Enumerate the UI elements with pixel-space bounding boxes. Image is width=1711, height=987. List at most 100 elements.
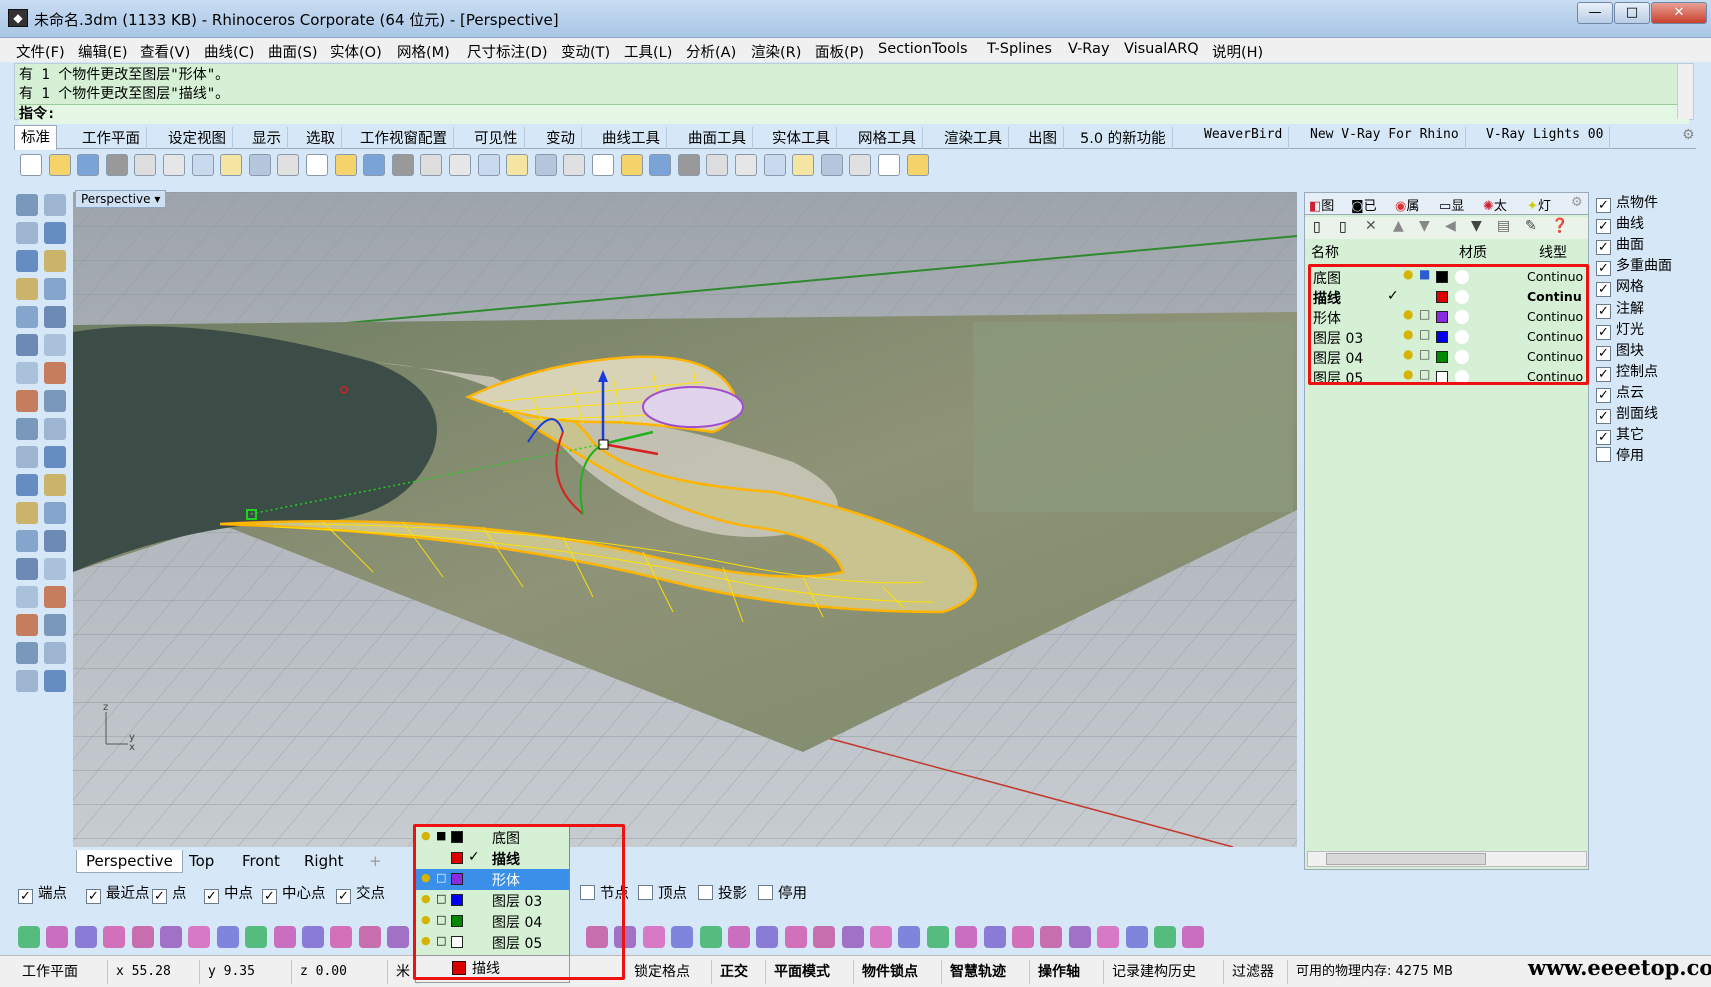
osnap-checkbox[interactable] (638, 885, 653, 900)
tab-surface-tools[interactable]: 曲面工具 (682, 127, 753, 149)
left-tool-icon[interactable] (44, 222, 66, 244)
bottom-tool-icon[interactable] (784, 926, 807, 948)
material-icon[interactable] (735, 154, 757, 176)
left-tool-icon[interactable] (16, 474, 38, 496)
tab-top[interactable]: Top (180, 850, 223, 873)
osnap-checkbox[interactable]: ✓ (336, 889, 351, 904)
menu-dimension[interactable]: 尺寸标注(D) (467, 41, 547, 62)
left-tool-icon[interactable] (44, 418, 66, 440)
shade-icon[interactable] (763, 154, 786, 176)
bottom-tool-icon[interactable] (1012, 926, 1034, 948)
tab-viewport-layout[interactable]: 工作视窗配置 (354, 127, 454, 149)
tab-front[interactable]: Front (233, 850, 289, 873)
tab-standard[interactable]: 标准 (14, 125, 57, 150)
tab-display[interactable]: 显示 (246, 127, 288, 149)
filter-item[interactable]: 停用 (1596, 445, 1644, 465)
filter-checkbox[interactable]: ✓ (1596, 324, 1611, 340)
left-tool-icon[interactable] (44, 446, 66, 468)
bottom-tool-icon[interactable] (188, 926, 211, 948)
left-tool-icon[interactable] (16, 446, 38, 468)
left-tool-icon[interactable] (44, 390, 66, 412)
add-tab-button[interactable]: + (360, 850, 391, 873)
filter-icon[interactable]: ▼ (1471, 218, 1482, 234)
perspective-viewport[interactable]: z y x (73, 192, 1297, 847)
print-icon[interactable] (105, 154, 128, 176)
flag-icon[interactable] (820, 154, 843, 176)
left-tool-icon[interactable] (16, 614, 38, 636)
filter-checkbox[interactable]: ✓ (1596, 198, 1611, 213)
menu-tsplines[interactable]: T-Splines (987, 41, 1052, 57)
left-tool-icon[interactable] (44, 362, 66, 384)
bottom-tool-icon[interactable] (841, 926, 864, 948)
panel-gear-icon[interactable]: ⚙ (1571, 195, 1583, 210)
osnap-item[interactable]: ✓ 中心点 (262, 882, 326, 904)
bottom-tool-icon[interactable] (699, 926, 722, 948)
osnap-checkbox[interactable]: ✓ (204, 889, 219, 904)
left-tool-icon[interactable] (44, 586, 66, 608)
purple-shape[interactable] (642, 386, 744, 428)
render-icon[interactable] (792, 154, 815, 176)
filter-checkbox[interactable]: ✓ (1596, 366, 1611, 382)
left-tool-icon[interactable] (16, 362, 38, 384)
tab-layers[interactable]: ◧图 (1309, 195, 1334, 214)
circle-icon[interactable] (563, 154, 586, 176)
tab-sun[interactable]: ✺太 (1483, 195, 1507, 214)
tab-solid-tools[interactable]: 实体工具 (766, 127, 837, 149)
rotate-view-icon[interactable] (449, 154, 471, 176)
menu-visualarq[interactable]: VisualARQ (1124, 41, 1199, 57)
copy-icon[interactable] (191, 154, 214, 176)
filter-item[interactable]: ✓ 曲线 (1596, 213, 1644, 235)
menu-panels[interactable]: 面板(P) (815, 41, 864, 62)
bottom-tool-icon[interactable] (955, 926, 978, 948)
menu-sectiontools[interactable]: SectionTools (878, 41, 968, 57)
tab-drafting[interactable]: 出图 (1022, 127, 1064, 149)
bottom-tool-icon[interactable] (1182, 926, 1205, 948)
menu-view[interactable]: 查看(V) (140, 41, 190, 62)
tab-transform[interactable]: 变动 (540, 127, 582, 149)
left-tool-icon[interactable] (16, 418, 38, 440)
status-ortho[interactable]: 正交 (712, 960, 766, 984)
bottom-tool-icon[interactable] (131, 926, 154, 948)
left-tool-icon[interactable] (44, 614, 66, 636)
bottom-tool-icon[interactable] (983, 926, 1006, 948)
filter-checkbox[interactable]: ✓ (1596, 409, 1611, 424)
bottom-tool-icon[interactable] (870, 926, 892, 948)
bottom-tool-icon[interactable] (245, 926, 268, 948)
menu-transform[interactable]: 变动(T) (561, 41, 610, 62)
filter-checkbox[interactable]: ✓ (1596, 345, 1611, 361)
left-tool-icon[interactable] (16, 502, 38, 524)
save-icon[interactable] (77, 154, 100, 176)
filter-checkbox[interactable]: ✓ (1596, 261, 1611, 277)
status-history[interactable]: 记录建构历史 (1104, 960, 1224, 984)
filter-checkbox[interactable]: ✓ (1596, 303, 1611, 319)
filter-item[interactable]: ✓ 剖面线 (1596, 403, 1658, 424)
zoom-extents-icon[interactable] (391, 154, 414, 176)
filter-item[interactable]: ✓ 点云 (1596, 382, 1644, 403)
bottom-tool-icon[interactable] (1040, 926, 1063, 948)
left-tool-icon[interactable] (44, 278, 66, 300)
osnap-checkbox[interactable] (698, 885, 713, 900)
zoom-icon[interactable] (334, 154, 357, 176)
bottom-tool-icon[interactable] (642, 926, 665, 948)
filter-checkbox[interactable] (1596, 447, 1611, 463)
tab-named-views[interactable]: ◙已 (1351, 195, 1377, 214)
move-view-icon[interactable] (306, 154, 328, 176)
left-tool-icon[interactable] (44, 306, 66, 328)
cut-icon[interactable] (163, 154, 185, 176)
light-icon[interactable] (620, 154, 643, 176)
color-wheel-icon[interactable] (706, 154, 729, 176)
menu-solid[interactable]: 实体(O) (330, 41, 382, 62)
left-tool-icon[interactable] (16, 642, 38, 664)
tabs-gear-icon[interactable]: ⚙ (1682, 127, 1695, 143)
column-name[interactable]: 名称 (1311, 242, 1339, 262)
osnap-item[interactable]: 顶点 (638, 882, 687, 903)
bottom-tool-icon[interactable] (671, 926, 694, 948)
left-tool-icon[interactable] (16, 250, 38, 272)
status-filter[interactable]: 过滤器 (1224, 960, 1288, 984)
bottom-tool-icon[interactable] (330, 926, 353, 948)
filter-item[interactable]: ✓ 灯光 (1596, 319, 1644, 340)
left-tool-icon[interactable] (16, 306, 38, 328)
viewport-title[interactable]: Perspective ▾ (75, 190, 167, 208)
column-linetype[interactable]: 线型 (1539, 242, 1567, 262)
status-gumball[interactable]: 操作轴 (1030, 960, 1104, 984)
